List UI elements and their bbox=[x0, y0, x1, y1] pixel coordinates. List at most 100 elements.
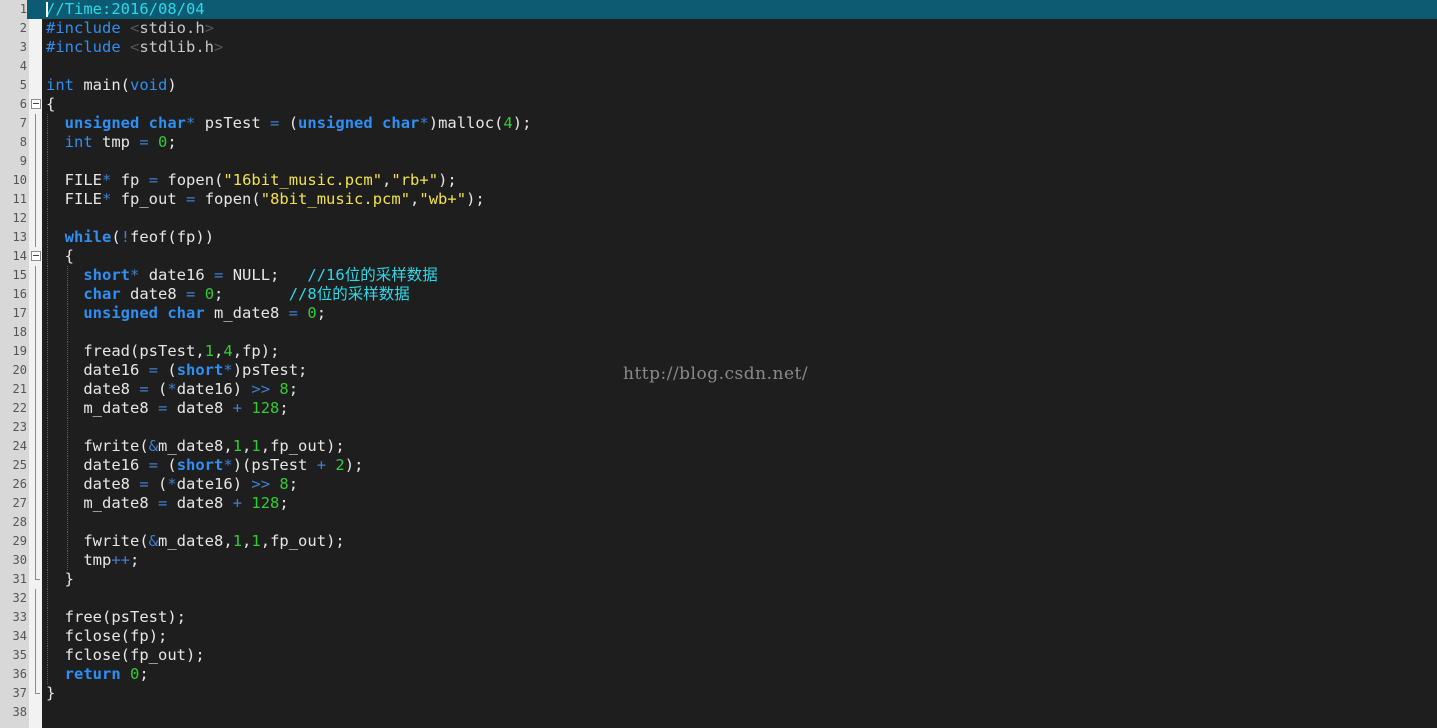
watermark: http://blog.csdn.net/ bbox=[623, 364, 809, 384]
code-text[interactable]: } bbox=[46, 570, 74, 589]
fold-line bbox=[30, 323, 41, 342]
code-text[interactable]: unsigned char* psTest = (unsigned char*)… bbox=[46, 114, 532, 133]
line-number: 20 bbox=[12, 363, 27, 377]
fold-line bbox=[30, 285, 41, 304]
fold-line bbox=[30, 532, 41, 551]
code-line[interactable]: 10 FILE* fp = fopen("16bit_music.pcm","r… bbox=[0, 171, 1437, 190]
code-text[interactable]: return 0; bbox=[46, 665, 149, 684]
code-text[interactable]: tmp++; bbox=[46, 551, 139, 570]
code-line[interactable]: 17 unsigned char m_date8 = 0; bbox=[0, 304, 1437, 323]
code-line[interactable]: 31 } bbox=[0, 570, 1437, 589]
code-line[interactable]: 38 bbox=[0, 703, 1437, 722]
code-line[interactable]: 12 bbox=[0, 209, 1437, 228]
fold-line bbox=[30, 342, 41, 361]
fold-line bbox=[30, 646, 41, 665]
code-line[interactable]: 7 unsigned char* psTest = (unsigned char… bbox=[0, 114, 1437, 133]
fold-line bbox=[30, 475, 41, 494]
code-line[interactable]: 13 while(!feof(fp)) bbox=[0, 228, 1437, 247]
code-text[interactable]: { bbox=[46, 95, 55, 114]
code-line[interactable]: 29 fwrite(&m_date8,1,1,fp_out); bbox=[0, 532, 1437, 551]
code-line[interactable]: 11 FILE* fp_out = fopen("8bit_music.pcm"… bbox=[0, 190, 1437, 209]
code-text[interactable]: while(!feof(fp)) bbox=[46, 228, 214, 247]
code-text[interactable]: m_date8 = date8 + 128; bbox=[46, 494, 288, 513]
indent-guide bbox=[47, 513, 49, 532]
code-text[interactable]: #include <stdio.h> bbox=[46, 19, 214, 38]
code-text[interactable]: m_date8 = date8 + 128; bbox=[46, 399, 288, 418]
line-number: 26 bbox=[12, 477, 27, 491]
code-line[interactable]: 27 m_date8 = date8 + 128; bbox=[0, 494, 1437, 513]
fold-line bbox=[30, 209, 41, 228]
code-text[interactable]: date8 = (*date16) >> 8; bbox=[46, 475, 298, 494]
code-editor[interactable]: 1 //Time:2016/08/04 2 #include <stdio.h> 3 #i… bbox=[0, 0, 1437, 728]
line-number: 25 bbox=[12, 458, 27, 472]
code-line[interactable]: 14 { bbox=[0, 247, 1437, 266]
code-line[interactable]: 9 bbox=[0, 152, 1437, 171]
indent-guide bbox=[67, 513, 69, 532]
code-text[interactable]: FILE* fp = fopen("16bit_music.pcm","rb+"… bbox=[46, 171, 457, 190]
code-line[interactable]: 5 int main(void) bbox=[0, 76, 1437, 95]
code-text[interactable]: { bbox=[46, 247, 74, 266]
code-line[interactable]: 33 free(psTest); bbox=[0, 608, 1437, 627]
code-line[interactable]: 32 bbox=[0, 589, 1437, 608]
code-text[interactable]: free(psTest); bbox=[46, 608, 186, 627]
code-line[interactable]: 16 char date8 = 0; //8位的采样数据 bbox=[0, 285, 1437, 304]
code-line[interactable]: 26 date8 = (*date16) >> 8; bbox=[0, 475, 1437, 494]
code-text[interactable]: fwrite(&m_date8,1,1,fp_out); bbox=[46, 437, 344, 456]
code-line[interactable]: 28 bbox=[0, 513, 1437, 532]
code-text[interactable]: int tmp = 0; bbox=[46, 133, 177, 152]
code-line[interactable]: 35 fclose(fp_out); bbox=[0, 646, 1437, 665]
code-line[interactable]: 36 return 0; bbox=[0, 665, 1437, 684]
code-line[interactable]: 19 fread(psTest,1,4,fp); bbox=[0, 342, 1437, 361]
code-text[interactable]: date16 = (short*)psTest; bbox=[46, 361, 307, 380]
code-line[interactable]: 3 #include <stdlib.h> bbox=[0, 38, 1437, 57]
code-line[interactable]: 8 int tmp = 0; bbox=[0, 133, 1437, 152]
fold-line bbox=[30, 589, 41, 608]
code-line[interactable]: 15 short* date16 = NULL; //16位的采样数据 bbox=[0, 266, 1437, 285]
fold-empty bbox=[30, 38, 41, 57]
code-text[interactable]: FILE* fp_out = fopen("8bit_music.pcm","w… bbox=[46, 190, 485, 209]
code-line[interactable]: 25 date16 = (short*)(psTest + 2); bbox=[0, 456, 1437, 475]
code-text[interactable]: //Time:2016/08/04 bbox=[46, 0, 205, 19]
code-line[interactable]: 37} bbox=[0, 684, 1437, 703]
fold-line bbox=[30, 456, 41, 475]
line-number: 38 bbox=[12, 705, 27, 719]
code-line[interactable]: 34 fclose(fp); bbox=[0, 627, 1437, 646]
code-text[interactable]: } bbox=[46, 684, 55, 703]
code-text[interactable]: #include <stdlib.h> bbox=[46, 38, 223, 57]
code-text[interactable]: fread(psTest,1,4,fp); bbox=[46, 342, 279, 361]
code-text[interactable]: char date8 = 0; //8位的采样数据 bbox=[46, 285, 409, 304]
fold-line bbox=[30, 304, 41, 323]
line-number: 31 bbox=[12, 572, 27, 586]
code-line[interactable]: 24 fwrite(&m_date8,1,1,fp_out); bbox=[0, 437, 1437, 456]
code-line[interactable]: 4 bbox=[0, 57, 1437, 76]
fold-line bbox=[30, 665, 41, 684]
code-line[interactable]: 6{ bbox=[0, 95, 1437, 114]
code-text[interactable]: int main(void) bbox=[46, 76, 177, 95]
code-line[interactable]: 18 bbox=[0, 323, 1437, 342]
code-text[interactable]: fwrite(&m_date8,1,1,fp_out); bbox=[46, 532, 344, 551]
code-line[interactable]: 23 bbox=[0, 418, 1437, 437]
code-line[interactable]: 30 tmp++; bbox=[0, 551, 1437, 570]
code-text[interactable]: date8 = (*date16) >> 8; bbox=[46, 380, 298, 399]
fold-end-marker bbox=[30, 684, 41, 703]
line-number: 16 bbox=[12, 287, 27, 301]
fold-line bbox=[30, 152, 41, 171]
line-number: 30 bbox=[12, 553, 27, 567]
line-number: 32 bbox=[12, 591, 27, 605]
code-line[interactable]: 22 m_date8 = date8 + 128; bbox=[0, 399, 1437, 418]
fold-empty bbox=[30, 703, 41, 722]
code-line[interactable]: 1 //Time:2016/08/04 bbox=[0, 0, 1437, 19]
code-line[interactable]: 2 #include <stdio.h> bbox=[0, 19, 1437, 38]
line-number: 3 bbox=[19, 40, 27, 54]
code-text[interactable]: unsigned char m_date8 = 0; bbox=[46, 304, 326, 323]
text-caret bbox=[46, 2, 48, 17]
code-text[interactable]: fclose(fp); bbox=[46, 627, 168, 646]
fold-minus-icon[interactable] bbox=[30, 247, 41, 266]
code-text[interactable]: short* date16 = NULL; //16位的采样数据 bbox=[46, 266, 437, 285]
code-text[interactable]: date16 = (short*)(psTest + 2); bbox=[46, 456, 363, 475]
indent-guide bbox=[67, 418, 69, 437]
fold-minus-icon[interactable] bbox=[30, 95, 41, 114]
line-number: 21 bbox=[12, 382, 27, 396]
code-text[interactable]: fclose(fp_out); bbox=[46, 646, 205, 665]
fold-line bbox=[30, 418, 41, 437]
